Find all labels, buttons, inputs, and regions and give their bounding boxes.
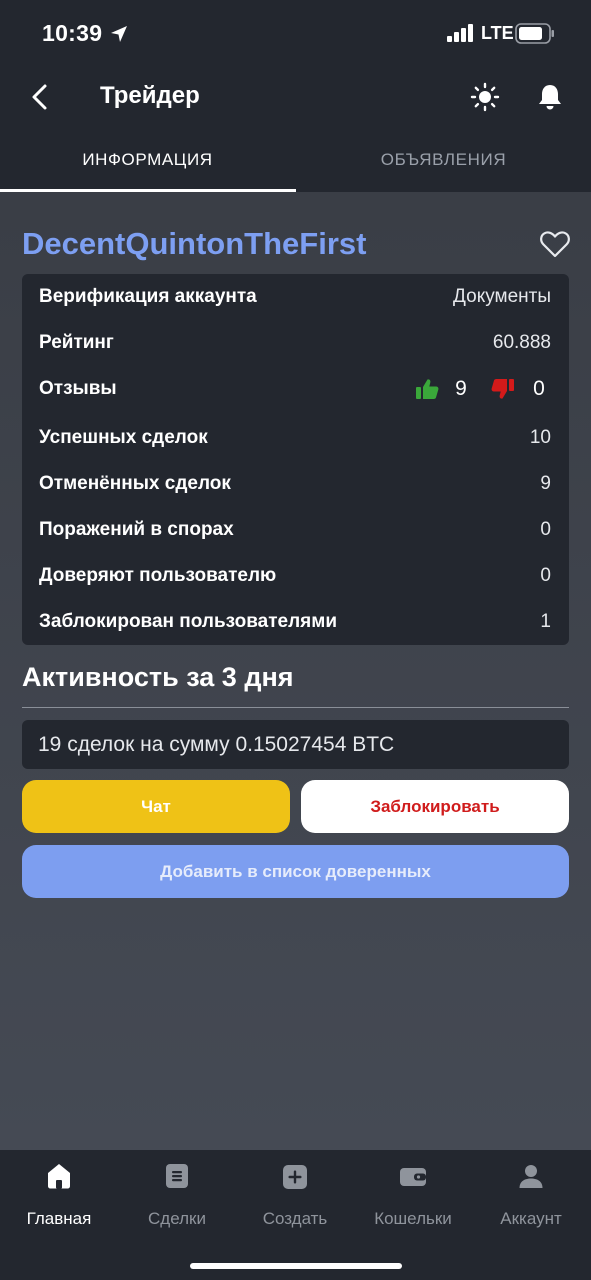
status-bar: 10:39 LTE (0, 0, 591, 66)
tab-bar: ИНФОРМАЦИЯ ОБЪЯВЛЕНИЯ (0, 128, 591, 192)
successful-deals-label: Успешных сделок (39, 427, 208, 448)
blocked-by-label: Заблокирован пользователями (39, 611, 338, 632)
blocked-by-row: Заблокирован пользователями 1 (39, 607, 551, 637)
create-icon (283, 1165, 307, 1189)
nav-create[interactable]: Создать (236, 1160, 354, 1236)
thumbs-down-icon (491, 379, 514, 399)
add-trusted-button[interactable]: Добавить в список доверенных (22, 845, 569, 898)
page-title: Трейдер (100, 82, 200, 109)
wallet-icon (400, 1168, 426, 1186)
trusted-by-value: 0 (540, 565, 551, 586)
activity-summary: 19 сделок на сумму 0.15027454 BTC (22, 720, 569, 769)
disputes-lost-label: Поражений в спорах (39, 519, 234, 540)
rating-row: Рейтинг 60.888 (39, 328, 551, 358)
sun-icon[interactable] (470, 82, 500, 112)
trusted-by-label: Доверяют пользователю (39, 565, 277, 586)
chat-button[interactable]: Чат (22, 780, 290, 833)
tab-listings[interactable]: ОБЪЯВЛЕНИЯ (296, 128, 591, 192)
reviews-row: Отзывы 9 0 (39, 374, 551, 404)
successful-deals-value: 10 (529, 427, 551, 448)
cancelled-deals-value: 9 (540, 473, 551, 494)
verification-label: Верификация аккаунта (39, 286, 257, 307)
trader-info-card: Верификация аккаунта Документы Рейтинг 6… (22, 274, 569, 645)
cellular-signal-icon (447, 24, 473, 42)
rating-value: 60.888 (492, 332, 551, 353)
battery-icon (515, 23, 554, 44)
nav-deals[interactable]: Сделки (118, 1160, 236, 1236)
verification-row: Верификация аккаунта Документы (39, 282, 551, 312)
cancelled-deals-row: Отменённых сделок 9 (39, 469, 551, 499)
nav-home[interactable]: Главная (0, 1160, 118, 1236)
nav-deals-label: Сделки (148, 1209, 206, 1228)
verification-value: Документы (453, 286, 551, 307)
activity-divider (22, 707, 569, 708)
tab-information[interactable]: ИНФОРМАЦИЯ (0, 128, 295, 192)
negative-review-count: 0 (533, 377, 545, 400)
nav-create-label: Создать (262, 1209, 328, 1228)
positive-review-count: 9 (455, 377, 467, 400)
bell-icon[interactable] (536, 82, 564, 112)
heart-icon[interactable] (539, 229, 571, 259)
nav-home-label: Главная (26, 1209, 92, 1228)
nav-wallets[interactable]: Кошельки (354, 1160, 472, 1236)
location-arrow-icon (111, 26, 127, 42)
disputes-lost-row: Поражений в спорах 0 (39, 515, 551, 545)
nav-account[interactable]: Аккаунт (472, 1160, 590, 1236)
block-button[interactable]: Заблокировать (301, 780, 569, 833)
status-time: 10:39 (42, 20, 103, 46)
nav-header: Трейдер (0, 66, 591, 128)
disputes-lost-value: 0 (540, 519, 551, 540)
home-icon (48, 1164, 70, 1189)
cancelled-deals-label: Отменённых сделок (39, 473, 231, 494)
home-indicator (190, 1263, 402, 1269)
activity-title: Активность за 3 дня (22, 662, 294, 692)
trader-name: DecentQuintonTheFirst (22, 226, 367, 261)
account-icon (519, 1165, 543, 1188)
back-arrow-icon[interactable] (22, 80, 58, 114)
reviews-label: Отзывы (39, 378, 117, 399)
nav-account-label: Аккаунт (500, 1209, 562, 1228)
deals-icon (166, 1164, 188, 1188)
network-type: LTE (481, 23, 514, 43)
blocked-by-value: 1 (540, 611, 551, 632)
rating-label: Рейтинг (39, 332, 114, 353)
successful-deals-row: Успешных сделок 10 (39, 423, 551, 453)
nav-wallets-label: Кошельки (374, 1209, 452, 1228)
reviews-value: 9 0 (415, 377, 551, 401)
bottom-nav: Главная Сделки Создать Кошельки Аккаунт (0, 1150, 591, 1280)
trusted-by-row: Доверяют пользователю 0 (39, 561, 551, 591)
top-bar: 10:39 LTE Трейдер ИНФОРМАЦИЯ ОБЪЯВЛЕНИЯ (0, 0, 591, 192)
thumbs-up-icon (416, 379, 439, 399)
